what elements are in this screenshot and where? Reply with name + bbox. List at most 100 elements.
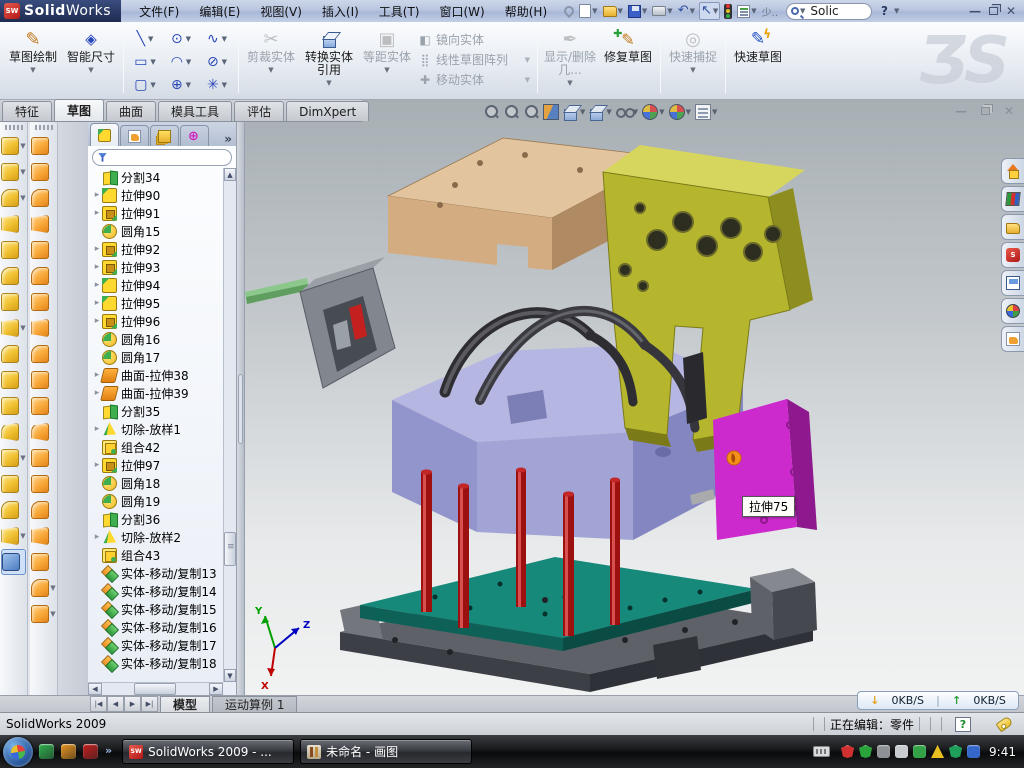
shield-plus-tray-icon[interactable] — [949, 745, 962, 758]
view-palette-tab[interactable] — [1001, 270, 1024, 296]
dropdown-icon[interactable]: ▼ — [186, 58, 191, 66]
tree-item-拉伸92[interactable]: ▸拉伸92 — [92, 240, 223, 258]
revolved-surface-button[interactable] — [31, 159, 55, 185]
toolbar-overflow[interactable]: 少.. — [761, 2, 779, 20]
tree-item-分割36[interactable]: 分割36 — [92, 510, 223, 528]
tree-item-拉伸96[interactable]: ▸拉伸96 — [92, 312, 223, 330]
swept-boss-button[interactable] — [1, 211, 25, 237]
tree-item-圆角15[interactable]: 圆角15 — [92, 222, 223, 240]
scroll-thumb[interactable] — [224, 532, 236, 566]
status-help-button[interactable]: ? — [955, 717, 971, 732]
tree-item-圆角19[interactable]: 圆角19 — [92, 492, 223, 510]
convert-entities-button[interactable]: 转换实体引用▼ — [300, 25, 358, 97]
sketch-entity-button-0[interactable]: ╲▼ — [127, 27, 163, 50]
rebuild-button[interactable] — [723, 2, 733, 20]
solidworks-search-tab[interactable]: S — [1001, 242, 1024, 268]
blocked-tray-icon[interactable] — [967, 745, 980, 758]
hole-wizard-button[interactable] — [1, 289, 25, 315]
zoom-area-button[interactable] — [503, 104, 519, 120]
delete-face-button[interactable] — [31, 367, 55, 393]
tab-模具工具[interactable]: 模具工具 — [158, 101, 232, 121]
tree-item-拉伸95[interactable]: ▸拉伸95 — [92, 294, 223, 312]
dropdown-icon[interactable]: ▼ — [659, 108, 664, 116]
sketch-button[interactable]: ✎ 草图绘制▼ — [4, 25, 62, 97]
dropdown-icon[interactable]: ▼ — [20, 324, 25, 332]
search-input[interactable]: ▼ Solic — [786, 3, 872, 20]
pin-toolbar-icon[interactable] — [563, 2, 575, 20]
annotations-button[interactable]: ▼ — [695, 104, 717, 120]
expand-icon[interactable]: ▸ — [92, 424, 102, 434]
doc-tab-运动算例 1[interactable]: 运动算例 1 — [212, 696, 297, 712]
tree-horizontal-scrollbar[interactable]: ◀ ▶ — [88, 682, 223, 695]
axis-button[interactable] — [1, 497, 25, 523]
dropdown-icon[interactable]: ▼ — [222, 35, 227, 43]
view-orientation-button[interactable]: ▼ — [563, 104, 585, 120]
sketch-entity-button-8[interactable]: ✳▼ — [199, 73, 235, 96]
repair-sketch-button[interactable]: ✎✚ 修复草图 — [599, 25, 657, 97]
replace-face-button[interactable] — [31, 393, 55, 419]
menu-item-6[interactable]: 帮助(H) — [495, 1, 557, 22]
dropdown-icon[interactable]: ▼ — [186, 35, 191, 43]
splitter-grip[interactable] — [238, 374, 243, 444]
extruded-surface-button[interactable] — [31, 133, 55, 159]
doc-close-button[interactable]: ✕ — [1004, 106, 1014, 116]
tree-item-圆角18[interactable]: 圆角18 — [92, 474, 223, 492]
zoom-fit-button[interactable] — [483, 104, 499, 120]
options-button[interactable]: ▼ — [736, 2, 757, 20]
extend-surface-button[interactable] — [31, 445, 55, 471]
extruded-cut-button[interactable]: ▼ — [1, 159, 25, 185]
scroll-left-icon[interactable]: ◀ — [88, 683, 102, 695]
dropdown-icon[interactable]: ▼ — [186, 81, 191, 89]
boss-block-button[interactable] — [1, 263, 25, 289]
tab-nav-2[interactable]: ▶ — [124, 696, 141, 712]
taskbar-task-未命名 - 画图[interactable]: 未命名 - 画图 — [300, 739, 472, 764]
dropdown-icon[interactable]: ▼ — [580, 108, 585, 116]
knit-surface-button[interactable] — [31, 497, 55, 523]
rapid-sketch-button[interactable]: ✎ϟ 快速草图 — [729, 25, 787, 97]
tab-nav-0[interactable]: |◀ — [90, 696, 107, 712]
quick-launch-more-icon[interactable]: » — [105, 744, 112, 757]
sketch-entity-button-4[interactable]: ◠▼ — [163, 50, 199, 73]
sketch-entity-button-1[interactable]: ⊙▼ — [163, 27, 199, 50]
expand-icon[interactable]: ▸ — [92, 244, 102, 254]
scroll-thumb[interactable] — [134, 683, 176, 695]
expand-icon[interactable]: ▸ — [92, 280, 102, 290]
boundary-surface-button[interactable] — [31, 237, 55, 263]
open-button[interactable]: ▼ — [602, 2, 624, 20]
dropdown-icon[interactable]: ▼ — [686, 108, 691, 116]
new-document-button[interactable]: ▼ — [578, 2, 598, 20]
dropdown-icon[interactable]: ▼ — [712, 108, 717, 116]
tree-item-切除-放样1[interactable]: ▸切除-放样1 — [92, 420, 223, 438]
taskbar-task-SolidWorks 2009 - ...[interactable]: SWSolidWorks 2009 - ... — [122, 739, 294, 764]
taskbar-clock[interactable]: 9:41 — [989, 745, 1016, 759]
tree-item-切除-放样2[interactable]: ▸切除-放样2 — [92, 528, 223, 546]
tab-评估[interactable]: 评估 — [234, 101, 284, 121]
section-view-button[interactable] — [543, 104, 559, 120]
scene-button[interactable]: ▼ — [669, 104, 691, 120]
curve-button[interactable]: ▼ — [1, 523, 25, 549]
tree-item-分割34[interactable]: 分割34 — [92, 168, 223, 186]
dropdown-icon[interactable]: ▼ — [148, 35, 153, 43]
sketch-entity-button-5[interactable]: ⊘▼ — [199, 50, 235, 73]
menu-item-2[interactable]: 视图(V) — [250, 1, 312, 22]
tree-filter-input[interactable] — [92, 149, 232, 166]
expand-icon[interactable]: ▸ — [92, 316, 102, 326]
tree-item-圆角17[interactable]: 圆角17 — [92, 348, 223, 366]
dropdown-icon[interactable]: ▼ — [20, 454, 25, 462]
expand-icon[interactable]: ▸ — [92, 190, 102, 200]
featuremanager-tab[interactable] — [90, 123, 119, 146]
dropdown-icon[interactable]: ▼ — [222, 58, 227, 66]
planar-surface-button[interactable] — [31, 289, 55, 315]
mirror-bodies-button[interactable] — [1, 341, 25, 367]
manager-tabs-more-icon[interactable]: » — [224, 132, 232, 146]
untrim-surface-button[interactable] — [31, 419, 55, 445]
dropdown-icon[interactable]: ▼ — [20, 168, 25, 176]
dropdown-icon[interactable]: ▼ — [20, 142, 25, 150]
select-button[interactable]: ↖▼ — [699, 2, 720, 20]
configurationmanager-tab[interactable] — [150, 125, 179, 146]
extruded-boss-button[interactable]: ▼ — [1, 133, 25, 159]
graphics-viewport[interactable]: Y Z X ▼▼▼▼▼▼ — ✕ S 拉伸75 — [245, 100, 1024, 695]
tab-nav-1[interactable]: ◀ — [107, 696, 124, 712]
appearances-button[interactable]: ▼ — [642, 104, 664, 120]
design-library-tab[interactable] — [1001, 186, 1024, 212]
